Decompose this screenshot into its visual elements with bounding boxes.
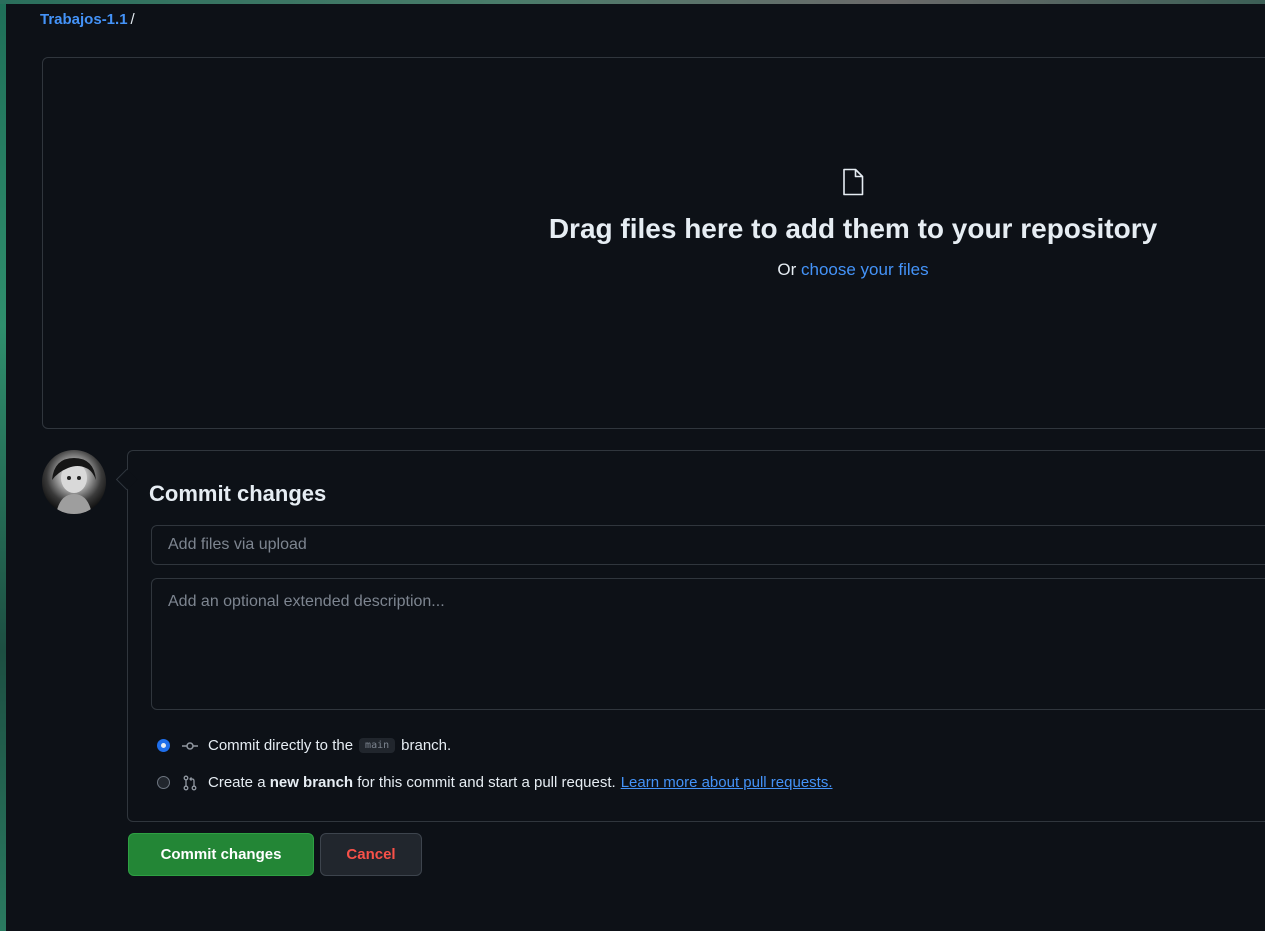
upload-page: Trabajos-1.1/ Drag files here to add the… xyxy=(0,0,1265,931)
option-new-branch-prefix: Create a xyxy=(208,774,266,791)
breadcrumb-separator: / xyxy=(130,11,135,28)
option-direct-prefix: Commit directly to the xyxy=(208,737,354,754)
wallpaper-edge-top xyxy=(0,0,1265,4)
breadcrumb: Trabajos-1.1/ xyxy=(40,11,135,28)
option-new-branch-suffix: for this commit and start a pull request… xyxy=(357,774,616,791)
commit-title: Commit changes xyxy=(149,481,327,506)
avatar xyxy=(42,450,106,514)
breadcrumb-repo-link[interactable]: Trabajos-1.1 xyxy=(40,11,128,28)
git-pull-request-icon xyxy=(183,775,197,790)
option-new-branch[interactable]: Create a new branch for this commit and … xyxy=(157,774,833,791)
dropzone-title: Drag files here to add them to your repo… xyxy=(548,213,1158,244)
file-icon xyxy=(843,168,864,196)
option-direct-suffix: branch. xyxy=(401,737,452,754)
git-commit-icon xyxy=(182,741,198,750)
commit-description-textarea[interactable] xyxy=(151,578,1265,710)
option-new-branch-bold: new branch xyxy=(269,774,354,791)
dropzone-subtitle-prefix: Or xyxy=(777,260,797,279)
option-commit-direct[interactable]: Commit directly to the main branch. xyxy=(157,737,451,754)
wallpaper-edge-left xyxy=(0,0,6,931)
radio-new-branch[interactable] xyxy=(157,776,170,789)
commit-changes-button[interactable]: Commit changes xyxy=(128,833,314,876)
file-dropzone[interactable]: Drag files here to add them to your repo… xyxy=(42,57,1265,429)
commit-summary-input[interactable] xyxy=(151,525,1265,565)
branch-name-pill: main xyxy=(359,738,396,753)
cancel-button[interactable]: Cancel xyxy=(320,833,422,876)
dropzone-content: Drag files here to add them to your repo… xyxy=(517,168,1189,280)
choose-files-link[interactable]: choose your files xyxy=(801,260,929,279)
radio-commit-direct[interactable] xyxy=(157,739,170,752)
dropzone-subtitle: Or choose your files xyxy=(517,260,1189,280)
learn-more-pull-requests-link[interactable]: Learn more about pull requests. xyxy=(621,774,833,791)
avatar-image xyxy=(52,458,96,514)
